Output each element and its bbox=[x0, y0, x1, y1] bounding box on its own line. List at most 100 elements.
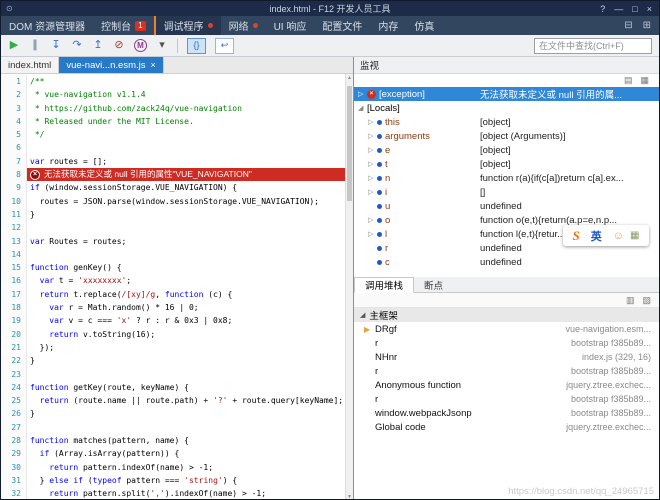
code-line[interactable]: * vue-navigation v1.1.4 bbox=[27, 88, 345, 101]
editor-tab[interactable]: vue-navi...n.esm.js× bbox=[59, 57, 163, 73]
sogou-logo-icon[interactable]: S bbox=[573, 228, 580, 244]
code-line[interactable] bbox=[27, 248, 345, 261]
code-line[interactable]: return (route.name || route.path) + '?' … bbox=[27, 394, 345, 407]
library-frames-icon[interactable]: ▥ bbox=[626, 295, 635, 306]
code-line[interactable] bbox=[27, 141, 345, 154]
code-area[interactable]: 1/**2 * vue-navigation v1.1.43 * https:/… bbox=[1, 75, 345, 500]
line-number[interactable]: 29 bbox=[1, 447, 27, 460]
exception-mode-icon[interactable]: M bbox=[134, 39, 147, 52]
popout-icon[interactable]: ⊞ bbox=[643, 20, 651, 31]
code-line[interactable]: } else if (typeof pattern === 'string') … bbox=[27, 474, 345, 487]
line-number[interactable]: 28 bbox=[1, 434, 27, 447]
debug-settings-icon[interactable]: ▾ bbox=[156, 40, 168, 51]
line-number[interactable]: 2 bbox=[1, 88, 27, 101]
code-line[interactable]: * https://github.com/zack24q/vue-navigat… bbox=[27, 102, 345, 115]
code-line[interactable]: */ bbox=[27, 128, 345, 141]
code-line[interactable]: if (window.sessionStorage.VUE_NAVIGATION… bbox=[27, 181, 345, 194]
code-line[interactable]: return pattern.split(',').indexOf(name) … bbox=[27, 487, 345, 500]
code-line[interactable]: var Routes = routes; bbox=[27, 235, 345, 248]
scroll-down-icon[interactable]: ▼ bbox=[346, 494, 353, 500]
code-line[interactable]: var t = 'xxxxxxxx'; bbox=[27, 274, 345, 287]
callstack-row[interactable]: window.webpackJsonpbootstrap f385b89... bbox=[354, 406, 659, 420]
line-number[interactable]: 20 bbox=[1, 328, 27, 341]
code-line[interactable]: if (Array.isArray(pattern)) { bbox=[27, 447, 345, 460]
line-number[interactable]: 15 bbox=[1, 261, 27, 274]
line-number[interactable]: 22 bbox=[1, 354, 27, 367]
code-line[interactable]: return t.replace(/[xy]/g, function (c) { bbox=[27, 288, 345, 301]
code-line[interactable]: return v.toString(16); bbox=[27, 328, 345, 341]
watch-row[interactable]: ▷i[] bbox=[354, 185, 659, 199]
callstack-row[interactable]: rbootstrap f385b89... bbox=[354, 392, 659, 406]
code-line[interactable]: /** bbox=[27, 75, 345, 88]
expander-collapsed-icon[interactable]: ▷ bbox=[368, 132, 377, 140]
step-into-icon[interactable]: ↧ bbox=[50, 40, 62, 51]
code-line[interactable]: routes = JSON.parse(window.sessionStorag… bbox=[27, 195, 345, 208]
break-on-exception-icon[interactable]: ⊘ bbox=[113, 40, 125, 51]
line-number[interactable]: 14 bbox=[1, 248, 27, 261]
code-line[interactable]: return pattern.indexOf(name) > -1; bbox=[27, 461, 345, 474]
callstack-row[interactable]: ▶DRgfvue-navigation.esm... bbox=[354, 322, 659, 336]
line-number[interactable]: 3 bbox=[1, 102, 27, 115]
line-number[interactable]: 13 bbox=[1, 235, 27, 248]
devtools-tab[interactable]: 控制台1 bbox=[93, 16, 153, 35]
code-line[interactable]: } bbox=[27, 208, 345, 221]
close-tab-icon[interactable]: × bbox=[151, 60, 156, 70]
expander-collapsed-icon[interactable]: ▷ bbox=[368, 118, 377, 126]
expander-collapsed-icon[interactable]: ▷ bbox=[368, 230, 377, 238]
devtools-tab[interactable]: 仿真 bbox=[406, 16, 442, 35]
expander-collapsed-icon[interactable]: ▷ bbox=[368, 174, 377, 182]
close-icon[interactable]: × bbox=[647, 4, 652, 14]
code-line[interactable] bbox=[27, 368, 345, 381]
help-icon[interactable]: ? bbox=[600, 4, 605, 14]
line-number[interactable]: 8 bbox=[1, 168, 27, 181]
devtools-tab[interactable]: UI 响应 bbox=[266, 16, 315, 35]
line-number[interactable]: 18 bbox=[1, 301, 27, 314]
watch-row[interactable]: ▷×[exception]无法获取未定义或 null 引用的属... bbox=[354, 87, 659, 101]
word-wrap-button[interactable]: ↩ bbox=[215, 38, 234, 54]
expander-collapsed-icon[interactable]: ▷ bbox=[368, 146, 377, 154]
watch-row[interactable]: ▷this[object] bbox=[354, 115, 659, 129]
step-over-icon[interactable]: ↷ bbox=[71, 40, 83, 51]
watch-row[interactable]: ▷arguments[object (Arguments)] bbox=[354, 129, 659, 143]
watch-row[interactable]: ▷t[object] bbox=[354, 157, 659, 171]
line-number[interactable]: 6 bbox=[1, 141, 27, 154]
search-input[interactable] bbox=[534, 38, 652, 54]
line-number[interactable]: 27 bbox=[1, 421, 27, 434]
line-number[interactable]: 21 bbox=[1, 341, 27, 354]
maximize-icon[interactable]: □ bbox=[632, 4, 637, 14]
devtools-tab[interactable]: DOM 资源管理器 bbox=[1, 16, 93, 35]
code-line[interactable]: function matches(pattern, name) { bbox=[27, 434, 345, 447]
line-number[interactable]: 26 bbox=[1, 407, 27, 420]
code-line[interactable]: var v = c === 'x' ? r : r & 0x3 | 0x8; bbox=[27, 314, 345, 327]
line-number[interactable]: 1 bbox=[1, 75, 27, 88]
watch-row[interactable]: ◢[Locals] bbox=[354, 101, 659, 115]
panel-tab[interactable]: 调用堆栈 bbox=[354, 277, 414, 293]
expander-expanded-icon[interactable]: ◢ bbox=[358, 104, 367, 112]
watch-row[interactable]: ▷nfunction r(a){if(c[a])return c[a].ex..… bbox=[354, 171, 659, 185]
pin-icon[interactable]: ⊙ bbox=[6, 4, 13, 13]
code-line[interactable]: * Released under the MIT License. bbox=[27, 115, 345, 128]
expander-collapsed-icon[interactable]: ▷ bbox=[368, 160, 377, 168]
line-number[interactable]: 17 bbox=[1, 288, 27, 301]
dock-icon[interactable]: ⊟ bbox=[624, 20, 632, 31]
pretty-print-button[interactable]: {} bbox=[187, 38, 206, 54]
code-line[interactable] bbox=[27, 221, 345, 234]
watch-row[interactable]: ▷e[object] bbox=[354, 143, 659, 157]
watch-row[interactable]: uundefined bbox=[354, 199, 659, 213]
minimize-icon[interactable]: — bbox=[614, 4, 623, 14]
line-number[interactable]: 4 bbox=[1, 115, 27, 128]
editor-tab[interactable]: index.html bbox=[1, 57, 59, 73]
code-line[interactable]: var r = Math.random() * 16 | 0; bbox=[27, 301, 345, 314]
keyboard-icon[interactable]: ▦ bbox=[630, 230, 639, 241]
line-number[interactable]: 11 bbox=[1, 208, 27, 221]
code-line[interactable] bbox=[27, 421, 345, 434]
line-number[interactable]: 16 bbox=[1, 274, 27, 287]
devtools-tab[interactable]: 配置文件 bbox=[314, 16, 370, 35]
code-line[interactable]: }); bbox=[27, 341, 345, 354]
devtools-tab[interactable]: 网络 bbox=[221, 16, 266, 35]
panel-tab[interactable]: 断点 bbox=[414, 277, 453, 292]
devtools-tab[interactable]: 调试程序 bbox=[154, 16, 221, 35]
expander-collapsed-icon[interactable]: ▷ bbox=[358, 90, 367, 98]
break-icon[interactable]: ∥ bbox=[29, 40, 41, 51]
line-number[interactable]: 23 bbox=[1, 368, 27, 381]
